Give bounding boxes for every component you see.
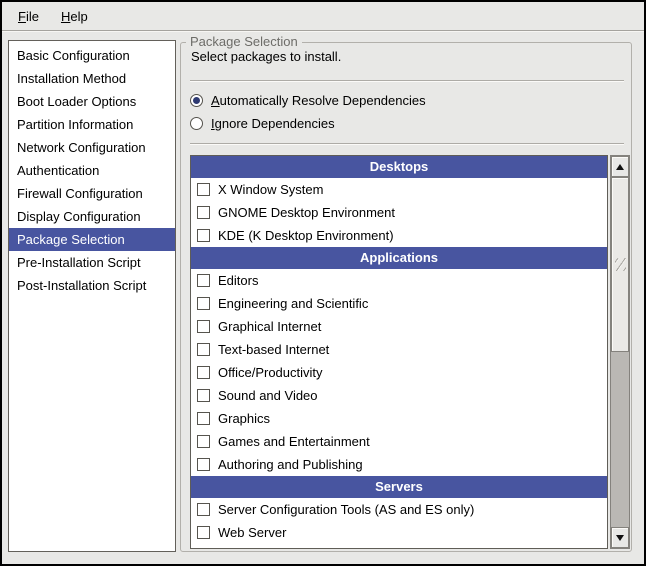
separator: [190, 143, 624, 145]
package-group-header-applications[interactable]: Applications: [191, 247, 607, 269]
package-row-graphics[interactable]: Graphics: [191, 407, 607, 430]
package-row-web-server[interactable]: Web Server: [191, 521, 607, 544]
scrollbar-down-button[interactable]: [611, 527, 629, 548]
package-label: Graphics: [218, 411, 270, 426]
kickstart-configurator-window: File Help Basic ConfigurationInstallatio…: [0, 0, 646, 566]
package-row-text-based-internet[interactable]: Text-based Internet: [191, 338, 607, 361]
sidebar-item-boot-loader-options[interactable]: Boot Loader Options: [9, 90, 175, 113]
menu-bar: File Help: [2, 2, 644, 31]
checkbox-text-based-internet[interactable]: [197, 343, 210, 356]
package-row-editors[interactable]: Editors: [191, 269, 607, 292]
package-label: Editors: [218, 273, 258, 288]
package-label: Text-based Internet: [218, 342, 329, 357]
sidebar-item-firewall-configuration[interactable]: Firewall Configuration: [9, 182, 175, 205]
package-row-authoring-and-publishing[interactable]: Authoring and Publishing: [191, 453, 607, 476]
sidebar-item-pre-installation-script[interactable]: Pre-Installation Script: [9, 251, 175, 274]
package-label: Server Configuration Tools (AS and ES on…: [218, 502, 474, 517]
package-row-server-configuration-tools-as-and-es-only[interactable]: Server Configuration Tools (AS and ES on…: [191, 498, 607, 521]
checkbox-x-window-system[interactable]: [197, 183, 210, 196]
package-label: KDE (K Desktop Environment): [218, 228, 394, 243]
thumb-grip-icon: [615, 258, 626, 271]
checkbox-gnome-desktop-environment[interactable]: [197, 206, 210, 219]
sidebar-item-authentication[interactable]: Authentication: [9, 159, 175, 182]
separator: [190, 80, 624, 82]
radio-icon: [190, 94, 203, 107]
sidebar-item-display-configuration[interactable]: Display Configuration: [9, 205, 175, 228]
radio-label: Ignore Dependencies: [211, 116, 335, 131]
vertical-scrollbar[interactable]: [610, 155, 630, 549]
checkbox-web-server[interactable]: [197, 526, 210, 539]
radio-ignore-dependencies[interactable]: Ignore Dependencies: [190, 112, 335, 135]
radio-resolve-dependencies[interactable]: Automatically Resolve Dependencies: [190, 89, 426, 112]
checkbox-authoring-and-publishing[interactable]: [197, 458, 210, 471]
radio-label: Automatically Resolve Dependencies: [211, 93, 426, 108]
package-group-list: Desktops X Window System GNOME Desktop E…: [190, 155, 608, 549]
description-text: Select packages to install.: [191, 49, 341, 64]
checkbox-server-configuration-tools-as-and-es-only[interactable]: [197, 503, 210, 516]
menu-help[interactable]: Help: [51, 5, 98, 28]
package-label: Office/Productivity: [218, 365, 323, 380]
package-row-office-productivity[interactable]: Office/Productivity: [191, 361, 607, 384]
radio-icon: [190, 117, 203, 130]
radio-dot: [193, 97, 200, 104]
checkbox-editors[interactable]: [197, 274, 210, 287]
package-label: Sound and Video: [218, 388, 318, 403]
package-row-gnome-desktop-environment[interactable]: GNOME Desktop Environment: [191, 201, 607, 224]
package-label: Authoring and Publishing: [218, 457, 363, 472]
checkbox-graphical-internet[interactable]: [197, 320, 210, 333]
checkbox-games-and-entertainment[interactable]: [197, 435, 210, 448]
sidebar-item-post-installation-script[interactable]: Post-Installation Script: [9, 274, 175, 297]
checkbox-sound-and-video[interactable]: [197, 389, 210, 402]
package-row-graphical-internet[interactable]: Graphical Internet: [191, 315, 607, 338]
triangle-down-icon: [616, 535, 624, 541]
package-row-kde-k-desktop-environment[interactable]: KDE (K Desktop Environment): [191, 224, 607, 247]
sidebar-item-package-selection[interactable]: Package Selection: [9, 228, 175, 251]
sidebar-item-basic-configuration[interactable]: Basic Configuration: [9, 44, 175, 67]
scrollbar-thumb[interactable]: [611, 177, 629, 352]
package-label: Engineering and Scientific: [218, 296, 368, 311]
package-label: Web Server: [218, 525, 286, 540]
triangle-up-icon: [616, 164, 624, 170]
checkbox-kde-k-desktop-environment[interactable]: [197, 229, 210, 242]
menu-file[interactable]: File: [8, 5, 49, 28]
package-label: GNOME Desktop Environment: [218, 205, 395, 220]
sidebar-item-partition-information[interactable]: Partition Information: [9, 113, 175, 136]
package-group-header-desktops[interactable]: Desktops: [191, 156, 607, 178]
package-label: Games and Entertainment: [218, 434, 370, 449]
sidebar-item-network-configuration[interactable]: Network Configuration: [9, 136, 175, 159]
checkbox-office-productivity[interactable]: [197, 366, 210, 379]
configuration-category-list: Basic ConfigurationInstallation MethodBo…: [8, 40, 176, 552]
package-label: Graphical Internet: [218, 319, 321, 334]
package-label: X Window System: [218, 182, 323, 197]
package-group-header-servers[interactable]: Servers: [191, 476, 607, 498]
checkbox-engineering-and-scientific[interactable]: [197, 297, 210, 310]
frame-title: Package Selection: [186, 34, 302, 49]
package-row-x-window-system[interactable]: X Window System: [191, 178, 607, 201]
package-row-games-and-entertainment[interactable]: Games and Entertainment: [191, 430, 607, 453]
package-row-sound-and-video[interactable]: Sound and Video: [191, 384, 607, 407]
package-row-engineering-and-scientific[interactable]: Engineering and Scientific: [191, 292, 607, 315]
package-selection-frame: Package Selection Select packages to ins…: [180, 42, 632, 552]
checkbox-graphics[interactable]: [197, 412, 210, 425]
scrollbar-up-button[interactable]: [611, 156, 629, 177]
sidebar-item-installation-method[interactable]: Installation Method: [9, 67, 175, 90]
